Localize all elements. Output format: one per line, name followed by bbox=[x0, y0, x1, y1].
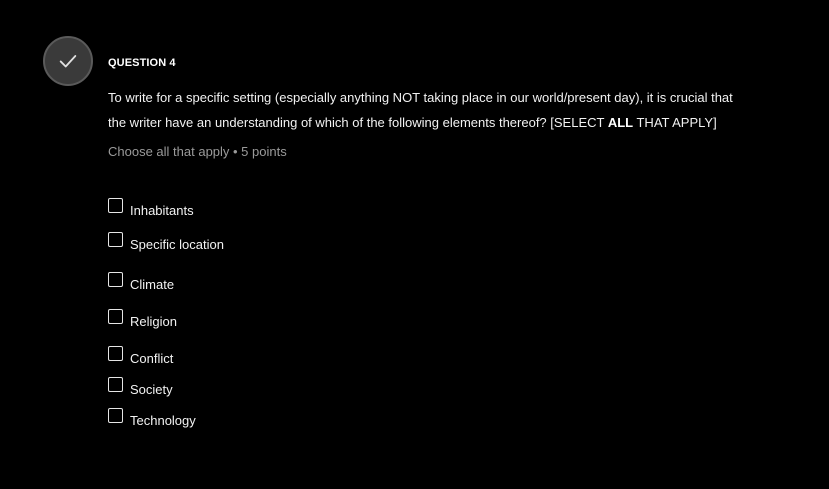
option-label: Society bbox=[130, 382, 173, 397]
option-conflict[interactable]: Conflict bbox=[108, 346, 173, 367]
option-specific-location[interactable]: Specific location bbox=[108, 232, 224, 253]
checkbox[interactable] bbox=[108, 377, 123, 392]
option-religion[interactable]: Religion bbox=[108, 309, 177, 330]
option-inhabitants[interactable]: Inhabitants bbox=[108, 198, 194, 219]
question-page: QUESTION 4 To write for a specific setti… bbox=[0, 0, 829, 489]
checkbox[interactable] bbox=[108, 408, 123, 423]
check-icon bbox=[59, 55, 77, 68]
option-label: Technology bbox=[130, 413, 196, 428]
option-label: Religion bbox=[130, 314, 177, 329]
option-label: Climate bbox=[130, 277, 175, 292]
checkbox[interactable] bbox=[108, 198, 123, 213]
checkbox[interactable] bbox=[108, 232, 123, 247]
question-status-indicator bbox=[43, 36, 93, 86]
question-prompt-emphasis: ALL bbox=[607, 114, 634, 130]
option-technology[interactable]: Technology bbox=[108, 408, 196, 429]
question-prompt-text-end: THAT APPLY] bbox=[633, 114, 717, 130]
option-label: Specific location bbox=[130, 237, 224, 252]
options-list: Inhabitants Specific location Climate Re… bbox=[108, 0, 408, 489]
option-label: Conflict bbox=[130, 351, 174, 366]
checkbox[interactable] bbox=[108, 309, 123, 324]
option-label: Inhabitants bbox=[130, 203, 194, 218]
option-climate[interactable]: Climate bbox=[108, 272, 174, 293]
checkbox[interactable] bbox=[108, 346, 123, 361]
checkbox[interactable] bbox=[108, 272, 123, 287]
option-society[interactable]: Society bbox=[108, 377, 173, 398]
